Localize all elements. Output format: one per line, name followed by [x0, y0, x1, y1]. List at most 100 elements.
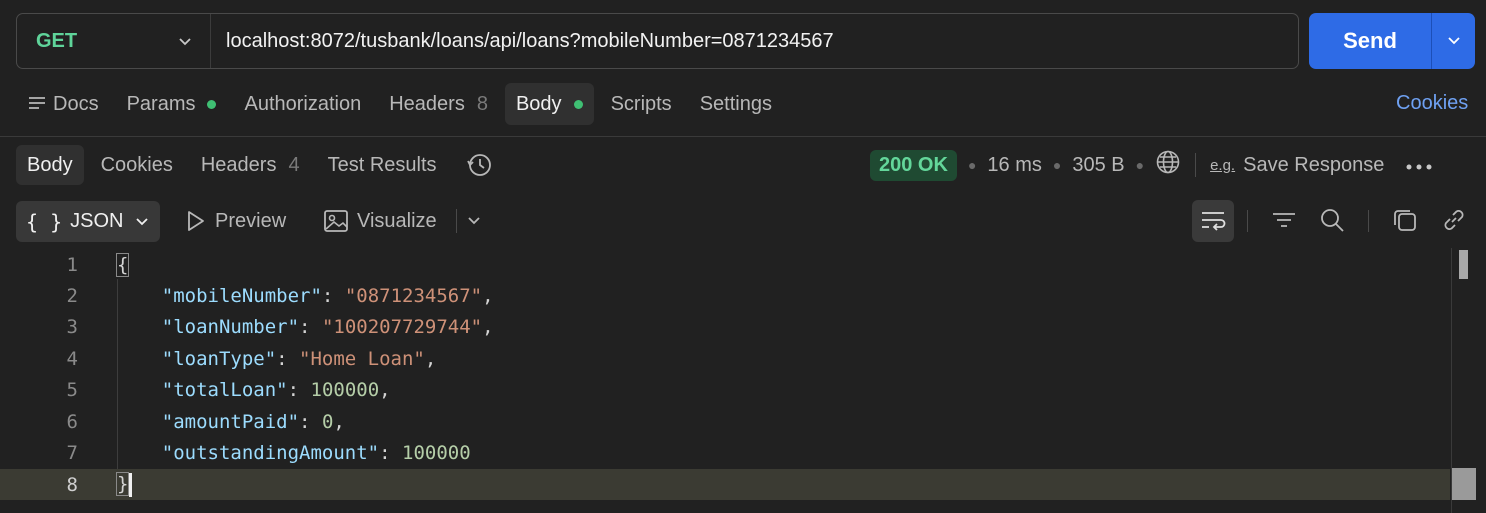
toolbar-divider: [1195, 153, 1197, 177]
code-line: 2 "mobileNumber": "0871234567",: [0, 280, 1450, 311]
response-body-editor[interactable]: 1 { 2 "mobileNumber": "0871234567", 3 "l…: [0, 248, 1486, 513]
docs-icon: [29, 97, 45, 109]
link-icon[interactable]: [1440, 206, 1468, 234]
tab-settings[interactable]: Settings: [689, 83, 783, 125]
json-key: "loanNumber": [161, 315, 300, 338]
code-line: 5 "totalLoan": 100000,: [0, 374, 1450, 405]
separator-dot: ●: [1052, 157, 1062, 173]
visualize-button[interactable]: Visualize: [323, 205, 437, 237]
word-wrap-button[interactable]: [1192, 200, 1234, 242]
json-brace: }: [116, 472, 130, 496]
params-indicator-dot: [207, 99, 217, 109]
json-value: "Home Loan": [299, 347, 425, 370]
image-icon: [324, 210, 348, 232]
format-select[interactable]: { } JSON: [16, 201, 160, 242]
tab-authorization-label: Authorization: [244, 92, 362, 115]
code-line: 3 "loanNumber": "100207729744",: [0, 311, 1450, 342]
code-line: 7 "outstandingAmount": 100000: [0, 437, 1450, 468]
chevron-down-icon: [1447, 37, 1460, 45]
save-response-button[interactable]: e.g. Save Response: [1210, 154, 1384, 177]
response-tab-test-results[interactable]: Test Results: [317, 145, 448, 185]
indent-guide: [117, 279, 118, 469]
send-button[interactable]: Send: [1309, 13, 1432, 69]
json-key: "mobileNumber": [161, 284, 322, 307]
tab-docs[interactable]: Docs: [16, 83, 110, 125]
preview-button[interactable]: Preview: [185, 205, 286, 237]
json-value: 100000: [402, 441, 471, 464]
response-headers-count: 4: [288, 153, 300, 176]
chevron-down-icon: [136, 217, 149, 225]
cookies-link[interactable]: Cookies: [1396, 92, 1468, 115]
json-value: 0: [321, 410, 334, 433]
tab-headers[interactable]: Headers 8: [378, 83, 499, 125]
separator-dot: ●: [1135, 157, 1145, 173]
toolbar-divider: [1247, 210, 1248, 232]
response-tab-headers-label: Headers: [200, 153, 277, 176]
request-tabs: Docs Params Authorization Headers 8 Body…: [16, 83, 789, 125]
response-tabs: Body Cookies Headers 4 Test Results: [16, 145, 510, 185]
toolbar-divider: [456, 209, 457, 233]
url-input[interactable]: localhost:8072/tusbank/loans/api/loans?m…: [211, 30, 834, 53]
status-badge[interactable]: 200 OK: [870, 149, 957, 181]
tab-body-label: Body: [515, 92, 562, 115]
code-line-current: 8 }: [0, 469, 1450, 500]
json-key: "outstandingAmount": [161, 441, 380, 464]
method-select[interactable]: GET: [17, 14, 211, 68]
wrap-icon: [1202, 212, 1226, 231]
filter-icon[interactable]: [1270, 206, 1298, 234]
json-key: "amountPaid": [161, 410, 300, 433]
json-value: "100207729744": [321, 315, 483, 338]
response-tab-cookies[interactable]: Cookies: [90, 145, 184, 185]
globe-icon[interactable]: [1155, 149, 1181, 181]
line-number: 3: [66, 315, 78, 338]
method-label: GET: [36, 29, 78, 52]
tab-authorization[interactable]: Authorization: [233, 83, 372, 125]
tab-settings-label: Settings: [699, 92, 772, 115]
history-icon[interactable]: [454, 145, 504, 185]
line-number: 1: [66, 253, 78, 276]
response-tab-headers[interactable]: Headers 4: [190, 145, 311, 185]
separator-dot: ●: [967, 157, 977, 173]
code-line: 6 "amountPaid": 0,: [0, 406, 1450, 437]
example-icon: e.g.: [1210, 156, 1236, 174]
response-status-bar: 200 OK ● 16 ms ● 305 B ● e.g. Save Respo…: [870, 148, 1432, 182]
more-options-icon[interactable]: [1406, 154, 1432, 177]
preview-label: Preview: [215, 209, 287, 232]
visualize-label: Visualize: [357, 209, 437, 232]
braces-icon: { }: [26, 209, 63, 234]
line-number: 4: [66, 347, 78, 370]
scrollbar-thumb[interactable]: [1459, 250, 1468, 279]
play-icon: [188, 211, 204, 231]
tab-headers-label: Headers: [389, 92, 465, 115]
json-key: "totalLoan": [161, 378, 288, 401]
line-number: 5: [66, 378, 78, 401]
tab-params-label: Params: [126, 92, 196, 115]
send-options-button[interactable]: [1432, 13, 1475, 69]
line-number: 8: [66, 473, 78, 496]
body-indicator-dot: [573, 99, 583, 109]
chevron-down-icon: [468, 217, 480, 225]
response-size[interactable]: 305 B: [1072, 154, 1124, 177]
json-value: 100000: [310, 378, 380, 401]
code-line: 4 "loanType": "Home Loan",: [0, 343, 1450, 374]
section-divider: [0, 136, 1486, 137]
request-url-bar: GET localhost:8072/tusbank/loans/api/loa…: [16, 13, 1299, 69]
copy-icon[interactable]: [1391, 206, 1419, 234]
visualize-options-button[interactable]: [456, 205, 481, 237]
scrollbar-cursor-marker: [1452, 468, 1476, 500]
tab-scripts[interactable]: Scripts: [600, 83, 683, 125]
toolbar-divider: [1368, 210, 1369, 232]
chevron-down-icon: [178, 30, 192, 53]
format-label: JSON: [70, 210, 124, 232]
response-tab-body[interactable]: Body: [16, 145, 84, 185]
search-icon[interactable]: [1318, 206, 1346, 234]
tab-body[interactable]: Body: [504, 83, 594, 125]
line-number: 6: [66, 410, 78, 433]
response-time[interactable]: 16 ms: [987, 154, 1041, 177]
text-cursor: [129, 472, 133, 497]
tab-params[interactable]: Params: [116, 83, 228, 125]
json-value: "0871234567": [344, 284, 483, 307]
json-key: "loanType": [161, 347, 277, 370]
json-brace: {: [116, 252, 130, 277]
send-button-group: Send: [1309, 13, 1475, 69]
